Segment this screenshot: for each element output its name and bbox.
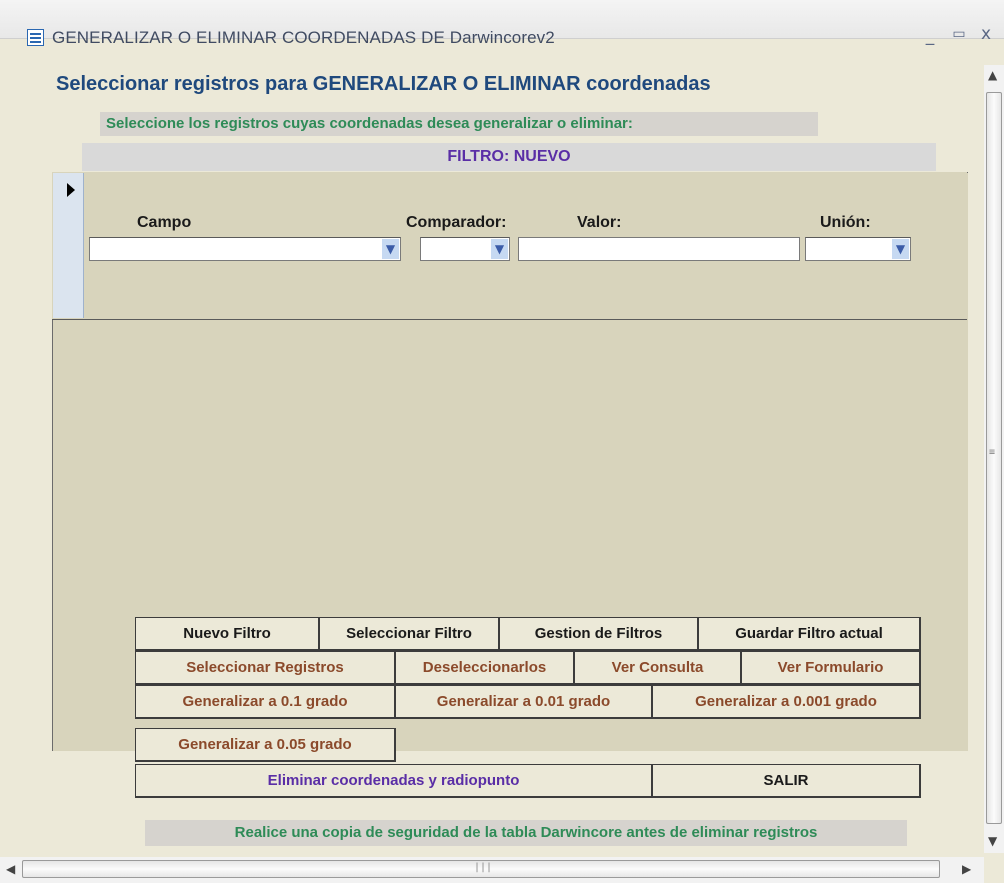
- filter-title: FILTRO: NUEVO: [82, 143, 936, 171]
- campo-label: Campo: [137, 214, 192, 231]
- generalizar-001-button[interactable]: Generalizar a 0.01 grado: [395, 685, 653, 719]
- access-form-window: GENERALIZAR O ELIMINAR COORDENADAS DE Da…: [0, 0, 1004, 883]
- gestion-filtros-button[interactable]: Gestion de Filtros: [499, 617, 699, 651]
- grip-icon: |||: [474, 862, 493, 873]
- valor-label: Valor:: [577, 214, 622, 231]
- valor-input[interactable]: [518, 237, 800, 261]
- form-heading: Seleccionar registros para GENERALIZAR O…: [56, 73, 711, 95]
- deseleccionarlos-button[interactable]: Deseleccionarlos: [395, 651, 575, 685]
- vertical-scroll-thumb[interactable]: [986, 92, 1002, 824]
- minimize-button[interactable]: _: [921, 26, 939, 46]
- instruction-label: Seleccione los registros cuyas coordenad…: [100, 112, 818, 136]
- eliminar-coordenadas-button[interactable]: Eliminar coordenadas y radiopunto: [135, 764, 653, 798]
- generalizar-005-button[interactable]: Generalizar a 0.05 grado: [135, 728, 396, 762]
- backup-warning: Realice una copia de seguridad de la tab…: [145, 820, 907, 846]
- generalizar-01-button[interactable]: Generalizar a 0.1 grado: [135, 685, 396, 719]
- ver-consulta-button[interactable]: Ver Consulta: [574, 651, 742, 685]
- guardar-filtro-button[interactable]: Guardar Filtro actual: [698, 617, 921, 651]
- seleccionar-filtro-button[interactable]: Seleccionar Filtro: [319, 617, 500, 651]
- union-label: Unión:: [820, 214, 871, 231]
- grip-icon: ≡: [989, 447, 996, 458]
- seleccionar-registros-button[interactable]: Seleccionar Registros: [135, 651, 396, 685]
- nuevo-filtro-button[interactable]: Nuevo Filtro: [135, 617, 320, 651]
- maximize-button[interactable]: ▭: [950, 26, 968, 46]
- union-combobox[interactable]: ▼: [805, 237, 911, 261]
- scroll-left-icon[interactable]: ◀: [6, 862, 15, 876]
- generalizar-0001-button[interactable]: Generalizar a 0.001 grado: [652, 685, 921, 719]
- scroll-right-icon[interactable]: ▶: [962, 862, 971, 876]
- form-icon: [27, 29, 44, 46]
- chevron-down-icon[interactable]: ▼: [892, 239, 909, 259]
- comparador-label: Comparador:: [406, 214, 507, 231]
- scroll-down-icon[interactable]: ▼: [988, 834, 997, 848]
- ver-formulario-button[interactable]: Ver Formulario: [741, 651, 921, 685]
- close-button[interactable]: x: [977, 24, 995, 44]
- salir-button[interactable]: SALIR: [652, 764, 921, 798]
- comparador-combobox[interactable]: ▼: [420, 237, 510, 261]
- chevron-down-icon[interactable]: ▼: [382, 239, 399, 259]
- scroll-up-icon[interactable]: ▲: [988, 68, 997, 82]
- chevron-down-icon[interactable]: ▼: [491, 239, 508, 259]
- window-title: GENERALIZAR O ELIMINAR COORDENADAS DE Da…: [52, 28, 555, 47]
- campo-combobox[interactable]: ▼: [89, 237, 401, 261]
- current-record-icon: [67, 183, 75, 197]
